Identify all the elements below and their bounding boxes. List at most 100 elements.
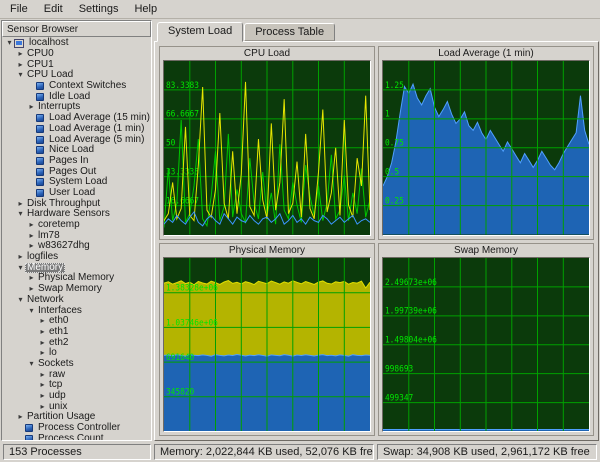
tree-item-coretemp[interactable]: ▸coretemp xyxy=(2,220,151,231)
tree-item-cpu0[interactable]: ▸CPU0 xyxy=(2,49,151,60)
expander-closed-icon[interactable]: ▸ xyxy=(38,339,47,347)
chart-title-load-average-1min: Load Average (1 min) xyxy=(382,48,590,60)
tree-item-cpu1[interactable]: ▸CPU1 xyxy=(2,59,151,70)
expander-closed-icon[interactable]: ▸ xyxy=(38,328,47,336)
y-tick-label: 83.3383 xyxy=(166,79,199,89)
expander-open-icon[interactable]: ▾ xyxy=(27,307,36,315)
physical-memory-chart-svg: 1.38328e+061.03746e+06691640345820 xyxy=(164,258,370,432)
tree-item-sockets[interactable]: ▾Sockets xyxy=(2,359,151,370)
tab-process-table[interactable]: Process Table xyxy=(244,23,335,41)
tree-item-label: eth2 xyxy=(47,338,70,348)
expander-closed-icon[interactable]: ▸ xyxy=(38,349,47,357)
tree-item-eth1[interactable]: ▸eth1 xyxy=(2,327,151,338)
expander-closed-icon[interactable]: ▸ xyxy=(16,61,25,69)
tree-item-label: Interfaces xyxy=(36,306,84,316)
y-tick-label: 66.6667 xyxy=(166,108,199,118)
computer-icon xyxy=(14,39,24,48)
expander-closed-icon[interactable]: ▸ xyxy=(27,285,36,293)
y-tick-label: 0.5 xyxy=(385,166,399,176)
expander-open-icon[interactable]: ▾ xyxy=(16,71,25,79)
tree-item-pages-in[interactable]: Pages In xyxy=(2,156,151,167)
tree-item-logfiles[interactable]: ▸logfiles xyxy=(2,252,151,263)
chart-cpu-load: CPU Load83.338366.66675033.333316.6667 xyxy=(159,46,375,240)
status-swap: Swap: 34,908 KB used, 2,961,172 KB free xyxy=(377,444,597,460)
tree-item-interfaces[interactable]: ▾Interfaces xyxy=(2,305,151,316)
expander-closed-icon[interactable]: ▸ xyxy=(27,221,36,229)
expander-open-icon[interactable]: ▾ xyxy=(5,39,14,47)
menu-settings[interactable]: Settings xyxy=(71,1,127,17)
tree-item-label: CPU1 xyxy=(25,60,56,70)
expander-open-icon[interactable]: ▾ xyxy=(16,264,25,272)
tree-item-nice-load[interactable]: Nice Load xyxy=(2,145,151,156)
tree-item-label: Interrupts xyxy=(36,102,82,112)
sensor-browser-panel: Sensor Browser ▾localhost▸CPU0▸CPU1▾CPU … xyxy=(1,20,152,441)
tree-item-network[interactable]: ▾Network xyxy=(2,295,151,306)
menu-file[interactable]: File xyxy=(2,1,36,17)
tab-system-load[interactable]: System Load xyxy=(157,22,243,42)
expander-closed-icon[interactable]: ▸ xyxy=(16,413,25,421)
chart-plot-swap-memory[interactable]: 2.49673e+061.99739e+061.49804e+069986934… xyxy=(382,257,590,433)
tree-item-localhost[interactable]: ▾localhost xyxy=(2,38,151,49)
chart-plot-load-average-1min[interactable]: 1.2510.750.50.25 xyxy=(382,60,590,236)
chart-plot-cpu-load[interactable]: 83.338366.66675033.333316.6667 xyxy=(163,60,371,236)
menu-help[interactable]: Help xyxy=(126,1,165,17)
expander-closed-icon[interactable]: ▸ xyxy=(27,274,36,282)
tree-item-tcp[interactable]: ▸tcp xyxy=(2,380,151,391)
chart-plot-physical-memory[interactable]: 1.38328e+061.03746e+06691640345820 xyxy=(163,257,371,433)
expander-closed-icon[interactable]: ▸ xyxy=(38,381,47,389)
tree-item-swap-memory[interactable]: ▸Swap Memory xyxy=(2,284,151,295)
tree-item-label: lm78 xyxy=(36,231,62,241)
tree-item-label: eth0 xyxy=(47,316,70,326)
tree-item-label: CPU0 xyxy=(25,49,56,59)
tree-item-load-average-1-min[interactable]: Load Average (1 min) xyxy=(2,124,151,135)
chart-load-average-1min: Load Average (1 min)1.2510.750.50.25 xyxy=(378,46,594,240)
ksysguard-window: FileEditSettingsHelp Sensor Browser ▾loc… xyxy=(0,0,600,462)
tree-item-label: Load Average (5 min) xyxy=(47,135,146,145)
content-area: Sensor Browser ▾localhost▸CPU0▸CPU1▾CPU … xyxy=(0,19,600,442)
tree-item-load-average-15-min[interactable]: Load Average (15 min) xyxy=(2,113,151,124)
tree-item-process-count[interactable]: Process Count xyxy=(2,433,151,440)
expander-open-icon[interactable]: ▾ xyxy=(16,296,25,304)
expander-closed-icon[interactable]: ▸ xyxy=(38,317,47,325)
sensor-browser-title: Sensor Browser xyxy=(2,21,151,37)
tree-item-user-load[interactable]: User Load xyxy=(2,188,151,199)
tree-item-eth2[interactable]: ▸eth2 xyxy=(2,337,151,348)
expander-closed-icon[interactable]: ▸ xyxy=(38,403,47,411)
tree-item-context-switches[interactable]: Context Switches xyxy=(2,81,151,92)
sensor-icon xyxy=(36,189,44,197)
expander-closed-icon[interactable]: ▸ xyxy=(16,50,25,58)
tree-item-udp[interactable]: ▸udp xyxy=(2,391,151,402)
expander-closed-icon[interactable]: ▸ xyxy=(16,253,25,261)
tree-item-process-controller[interactable]: Process Controller xyxy=(2,423,151,434)
expander-closed-icon[interactable]: ▸ xyxy=(38,371,47,379)
tree-item-label: tcp xyxy=(47,380,64,390)
cpu-load-chart-svg: 83.338366.66675033.333316.6667 xyxy=(164,61,370,235)
tree-item-lo[interactable]: ▸lo xyxy=(2,348,151,359)
status-process-count: 153 Processes xyxy=(3,444,151,460)
tree-item-eth0[interactable]: ▸eth0 xyxy=(2,316,151,327)
tree-item-w83627dhg[interactable]: ▸w83627dhg xyxy=(2,241,151,252)
expander-closed-icon[interactable]: ▸ xyxy=(16,200,25,208)
tree-item-label: eth1 xyxy=(47,327,70,337)
tree-item-label: Process Controller xyxy=(36,423,122,433)
tree-item-label: lo xyxy=(47,348,59,358)
expander-open-icon[interactable]: ▾ xyxy=(16,210,25,218)
menu-edit[interactable]: Edit xyxy=(36,1,71,17)
expander-open-icon[interactable]: ▾ xyxy=(27,360,36,368)
expander-closed-icon[interactable]: ▸ xyxy=(27,232,36,240)
tree-item-label: Memory xyxy=(25,263,65,273)
tree-item-raw[interactable]: ▸raw xyxy=(2,369,151,380)
expander-closed-icon[interactable]: ▸ xyxy=(27,242,36,250)
y-tick-label: 1.03746e+06 xyxy=(166,316,218,326)
expander-closed-icon[interactable]: ▸ xyxy=(27,103,36,111)
load-average-1min-chart-svg: 1.2510.750.50.25 xyxy=(383,61,589,235)
expander-closed-icon[interactable]: ▸ xyxy=(38,392,47,400)
sensor-icon xyxy=(36,157,44,165)
chart-swap-memory: Swap Memory2.49673e+061.99739e+061.49804… xyxy=(378,243,594,437)
sensor-icon xyxy=(36,114,44,122)
y-tick-label: 50 xyxy=(166,137,176,147)
sensor-icon xyxy=(25,424,33,432)
worksheet-area: System LoadProcess Table CPU Load83.3383… xyxy=(154,20,599,441)
system-load-worksheet: CPU Load83.338366.66675033.333316.6667Lo… xyxy=(154,41,599,441)
tree-item-label: Pages In xyxy=(47,156,90,166)
